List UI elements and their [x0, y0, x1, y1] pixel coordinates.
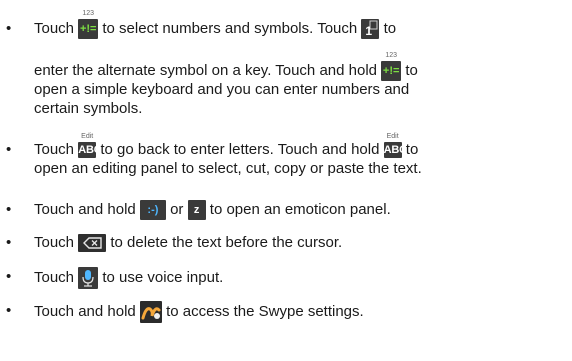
bullet-1-line-4: certain symbols. — [34, 100, 143, 117]
swype-glyph-icon — [141, 307, 161, 320]
bullet-dot: • — [6, 201, 12, 218]
text-segment: Touch — [34, 234, 79, 251]
text-segment: to — [379, 20, 397, 37]
bullet-3-line-1: Touch and hold :-) or z to open an emoti… — [34, 200, 391, 221]
key-glyph: z — [193, 204, 200, 217]
key-glyph: +!= — [79, 23, 97, 36]
key-glyph: :-) — [147, 204, 159, 217]
bullet-dot: • — [6, 20, 12, 37]
bullet-dot: • — [6, 141, 12, 158]
text-segment: to select numbers and symbols. Touch — [98, 20, 362, 37]
text-segment: Touch — [34, 20, 79, 37]
text-segment: to — [401, 62, 418, 79]
bullet-2-line-1: Touch Edit ABC to go back to enter letter… — [34, 133, 418, 160]
bullet-1-line-1: Touch 123 +!= to select numbers and symbo… — [34, 10, 397, 40]
bullet-1-line-2: enter the alternate symbol on a key. Tou… — [34, 52, 418, 82]
text-segment: Touch — [34, 141, 79, 158]
text-segment: Touch and hold — [34, 302, 140, 320]
key-glyph: ABC — [383, 144, 407, 157]
backspace-key-icon — [78, 234, 107, 253]
z-key-icon: z — [187, 200, 206, 221]
numbers-symbols-key-icon: 123 +!= — [381, 52, 402, 82]
bullet-2-line-2: open an editing panel to select, cut, co… — [34, 160, 422, 177]
emoticon-key-icon: :-) — [139, 200, 166, 221]
key-superscript: 123 — [82, 10, 95, 18]
text-segment: to use voice input. — [98, 268, 224, 286]
bullet-6-line-1: Touch and hold to access the Swype setti… — [34, 301, 364, 323]
text-segment: to go back to enter letters. Touch and h… — [96, 141, 384, 158]
text-segment: or — [165, 201, 188, 218]
text-segment: to access the Swype settings. — [161, 302, 364, 320]
key-superscript: 123 — [385, 52, 398, 60]
key-superscript: Edit — [386, 133, 399, 141]
bullet-dot: • — [6, 268, 12, 285]
text-segment: to open an emoticon panel. — [205, 201, 391, 218]
text-segment: enter the alternate symbol on a key. Tou… — [34, 62, 382, 79]
swype-key-icon — [139, 301, 162, 323]
text-segment: Touch — [34, 268, 79, 286]
abc-key-icon: Edit ABC — [383, 133, 407, 159]
key-glyph: ABC — [78, 144, 102, 157]
bullet-1-line-3: open a simple keyboard and you can enter… — [34, 81, 410, 98]
bullet-dot: • — [6, 302, 12, 319]
key-superscript: Edit — [81, 133, 94, 141]
text-segment: to delete the text before the cursor. — [106, 234, 343, 251]
alt-symbol-key-icon: 1 — [361, 19, 380, 40]
microphone-glyph-icon — [82, 270, 94, 287]
bullet-5-line-1: Touch to use voice input. — [34, 267, 223, 289]
key-glyph: 1 — [365, 24, 373, 39]
text-segment: Touch and hold — [34, 201, 140, 218]
numbers-symbols-key-icon: 123 +!= — [78, 10, 99, 40]
bullet-4-line-1: Touch to delete the text before the curs… — [34, 233, 342, 253]
abc-key-icon: Edit ABC — [78, 133, 102, 159]
microphone-key-icon — [78, 267, 99, 289]
backspace-glyph-icon — [83, 237, 102, 249]
bullet-dot: • — [6, 234, 12, 251]
key-glyph: +!= — [382, 65, 400, 78]
